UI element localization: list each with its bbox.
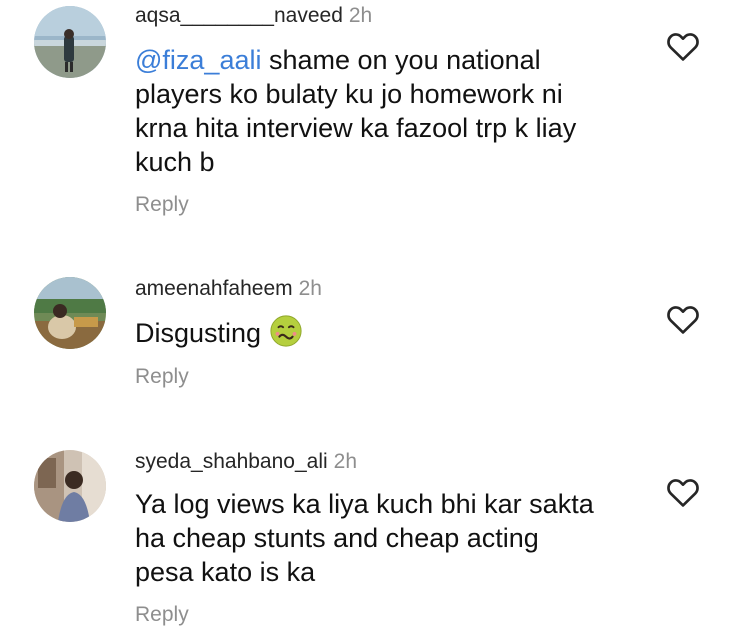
nauseated-face-icon xyxy=(270,315,302,347)
username[interactable]: aqsa________naveed xyxy=(135,4,343,27)
comment-item: ameenahfaheem 2h Disgusting Reply xyxy=(0,270,740,400)
reply-button[interactable]: Reply xyxy=(135,193,189,217)
username[interactable]: ameenahfaheem xyxy=(135,277,293,300)
comment-text: Disgusting xyxy=(135,314,635,350)
comment-text: @fiza_aali shame on you national players… xyxy=(135,43,635,179)
timestamp: 2h xyxy=(298,277,322,300)
comment-body: Disgusting xyxy=(135,318,262,348)
avatar[interactable] xyxy=(34,450,106,522)
comment-meta: ameenahfaheem 2h xyxy=(135,277,322,301)
username[interactable]: syeda_shahbano_ali xyxy=(135,450,328,473)
comment-meta: aqsa________naveed 2h xyxy=(135,4,372,28)
reply-button[interactable]: Reply xyxy=(135,365,189,389)
mention-link[interactable]: @fiza_aali xyxy=(135,45,261,75)
comment-meta: syeda_shahbano_ali 2h xyxy=(135,450,357,474)
comment-item: aqsa________naveed 2h @fiza_aali shame on… xyxy=(0,0,740,230)
timestamp: 2h xyxy=(348,4,373,27)
reply-button[interactable]: Reply xyxy=(135,603,189,627)
avatar[interactable] xyxy=(34,277,106,349)
comment-item: syeda_shahbano_ali 2h Ya log views ka liy… xyxy=(0,443,740,643)
heart-outline-icon[interactable] xyxy=(666,303,700,335)
heart-outline-icon[interactable] xyxy=(666,476,700,508)
heart-outline-icon[interactable] xyxy=(666,30,700,62)
avatar[interactable] xyxy=(34,6,106,78)
comment-text: Ya log views ka liya kuch bhi kar sakta … xyxy=(135,487,635,589)
comment-body: Ya log views ka liya kuch bhi kar sakta … xyxy=(135,489,594,587)
timestamp: 2h xyxy=(333,450,358,473)
